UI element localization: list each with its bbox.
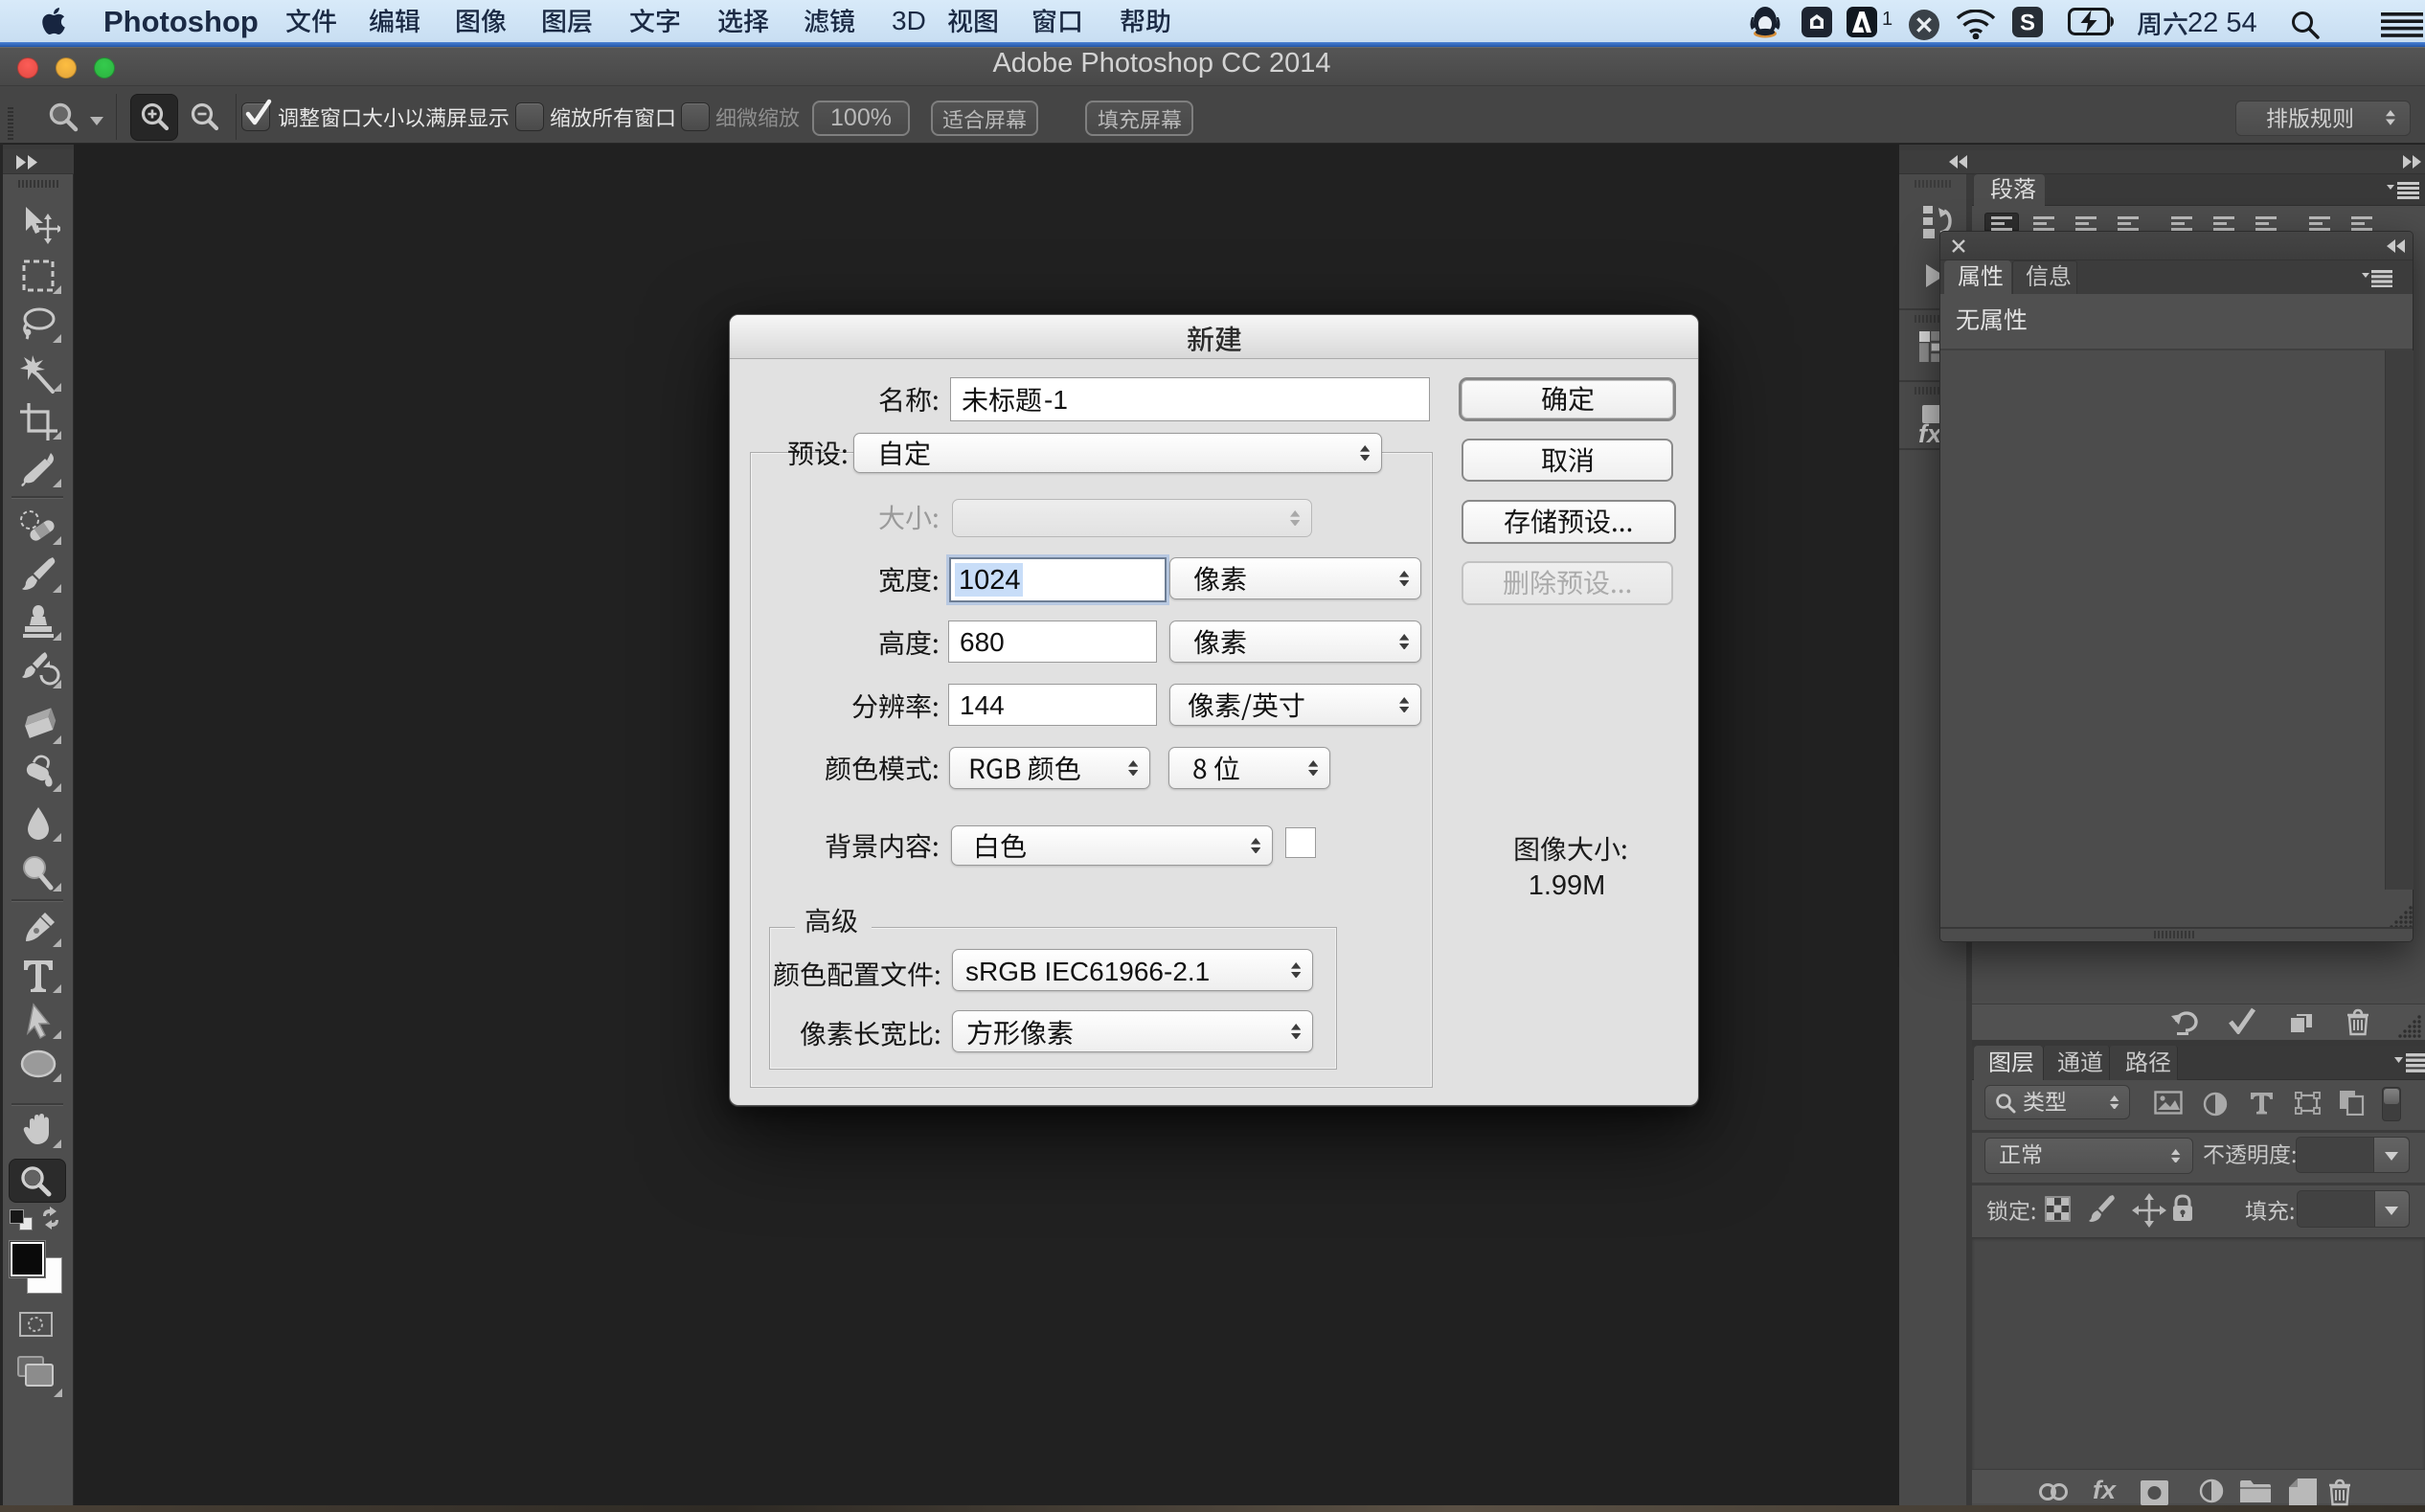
- svg-text:S: S: [2020, 11, 2035, 36]
